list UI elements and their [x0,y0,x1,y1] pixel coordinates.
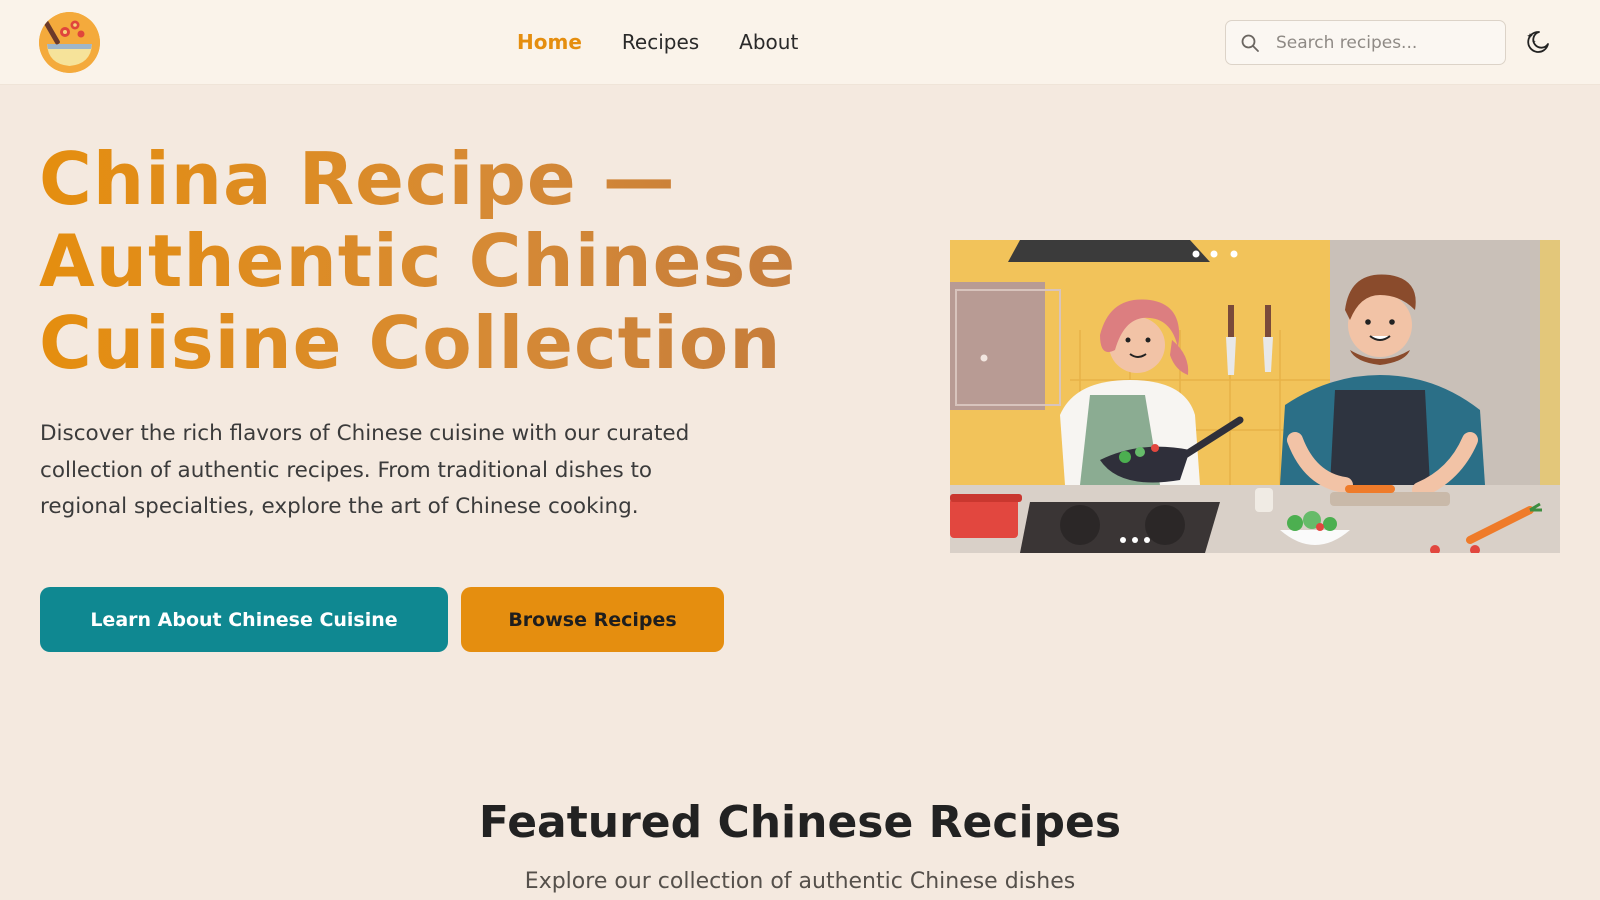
search-input[interactable] [1276,32,1496,53]
hero-illustration [950,240,1560,553]
site-logo[interactable] [39,12,100,73]
hero-title: China Recipe — Authentic Chinese Cuisine… [39,138,859,384]
featured-section-title: Featured Chinese Recipes [478,797,1122,848]
nav-home[interactable]: Home [517,28,582,56]
browse-recipes-button[interactable]: Browse Recipes [461,587,724,652]
site-header: Home Recipes About [0,0,1600,85]
featured-section-subtitle: Explore our collection of authentic Chin… [524,869,1076,894]
hero-description: Discover the rich flavors of Chinese cui… [40,421,690,519]
main-nav: Home Recipes About [517,28,838,56]
learn-about-cuisine-button[interactable]: Learn About Chinese Cuisine [40,587,448,652]
search-box[interactable] [1225,20,1506,65]
nav-recipes[interactable]: Recipes [622,28,699,56]
kitchen-cooking-illustration [950,240,1560,553]
theme-toggle-button[interactable] [1523,27,1553,57]
moon-icon [1527,31,1549,53]
nav-about[interactable]: About [739,28,798,56]
cooking-bowl-logo-icon [39,12,100,73]
search-icon [1241,34,1259,52]
